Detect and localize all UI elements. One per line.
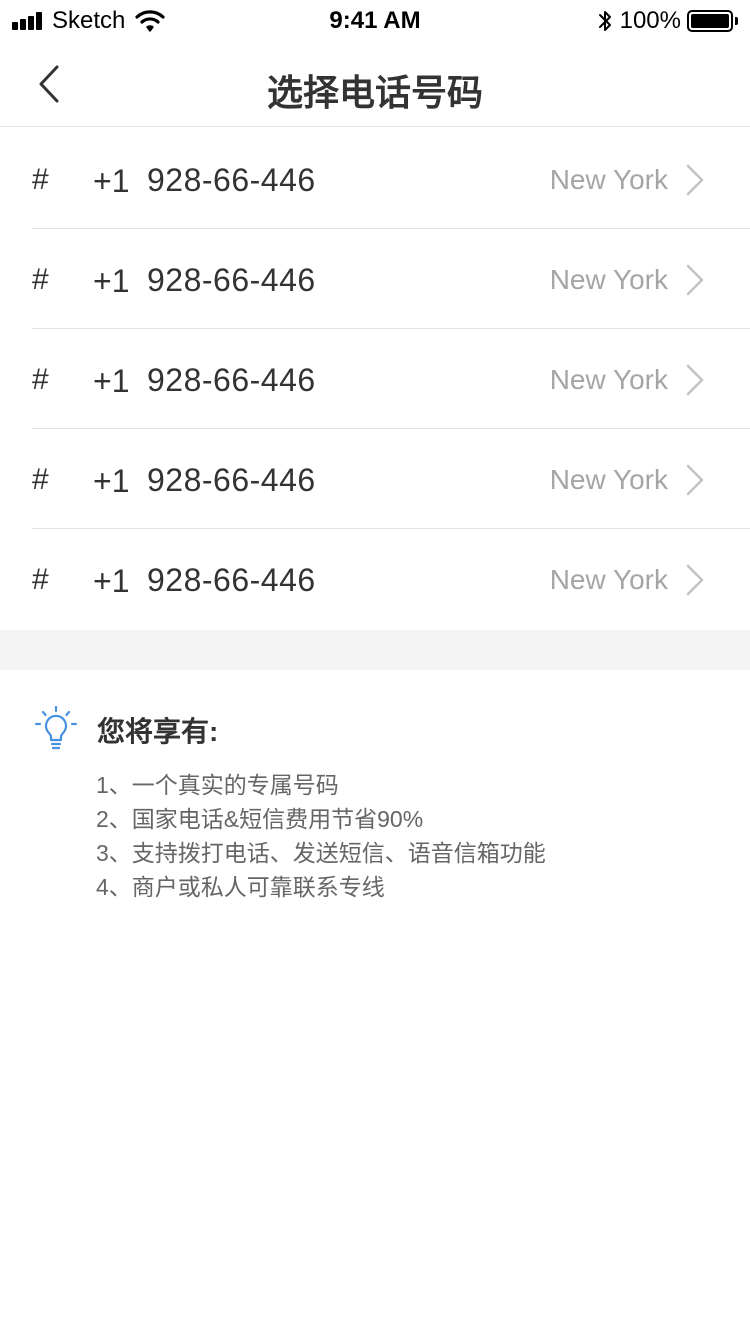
status-bar: Sketch 9:41 AM 100% — [0, 0, 750, 40]
phone-number: 928-66-446 — [147, 362, 316, 398]
city-label: New York — [549, 164, 668, 195]
section-divider — [0, 630, 750, 670]
country-code: +1 — [93, 263, 130, 299]
lightbulb-icon — [34, 706, 78, 750]
battery-percent: 100% — [619, 7, 681, 34]
phone-number-list: # +1 928-66-446 New York # +1 928-66-446… — [0, 129, 750, 629]
bluetooth-icon — [598, 11, 611, 31]
benefit-item: 1、一个真实的专属号码 — [96, 772, 339, 798]
benefits-title: 您将享有: — [97, 716, 219, 747]
phone-number-row[interactable]: # +1 928-66-446 New York — [0, 429, 750, 529]
country-code: +1 — [93, 363, 130, 399]
hash-symbol: # — [32, 363, 49, 396]
benefit-list: 1、一个真实的专属号码 2、国家电话&短信费用节省90% 3、支持拨打电话、发送… — [96, 768, 546, 904]
phone-number: 928-66-446 — [147, 562, 316, 598]
hash-symbol: # — [32, 163, 49, 196]
battery-cap — [735, 17, 738, 25]
phone-number: 928-66-446 — [147, 462, 316, 498]
city-label: New York — [549, 464, 668, 495]
hash-symbol: # — [32, 463, 49, 496]
phone-number: 928-66-446 — [147, 262, 316, 298]
chevron-right-icon — [686, 364, 704, 396]
phone-number-row[interactable]: # +1 928-66-446 New York — [0, 329, 750, 429]
country-code: +1 — [93, 163, 130, 199]
chevron-right-icon — [686, 464, 704, 496]
hash-symbol: # — [32, 563, 49, 596]
status-right: 100% — [596, 7, 738, 35]
country-code: +1 — [93, 563, 130, 599]
page-title: 选择电话号码 — [266, 72, 483, 113]
benefit-item: 4、商户或私人可靠联系专线 — [96, 874, 385, 900]
country-code: +1 — [93, 463, 130, 499]
chevron-right-icon — [686, 264, 704, 296]
phone-number-row[interactable]: # +1 928-66-446 New York — [0, 129, 750, 229]
chevron-right-icon — [686, 564, 704, 596]
battery-icon — [687, 10, 733, 32]
city-label: New York — [549, 564, 668, 595]
phone-number-row[interactable]: # +1 928-66-446 New York — [0, 229, 750, 329]
phone-number-row[interactable]: # +1 928-66-446 New York — [0, 529, 750, 629]
chevron-right-icon — [686, 164, 704, 196]
phone-number: 928-66-446 — [147, 162, 316, 198]
benefit-item: 3、支持拨打电话、发送短信、语音信箱功能 — [96, 840, 546, 866]
nav-bar: 选择电话号码 — [0, 40, 750, 127]
hash-symbol: # — [32, 263, 49, 296]
city-label: New York — [549, 364, 668, 395]
city-label: New York — [549, 264, 668, 295]
benefit-item: 2、国家电话&短信费用节省90% — [96, 806, 424, 832]
